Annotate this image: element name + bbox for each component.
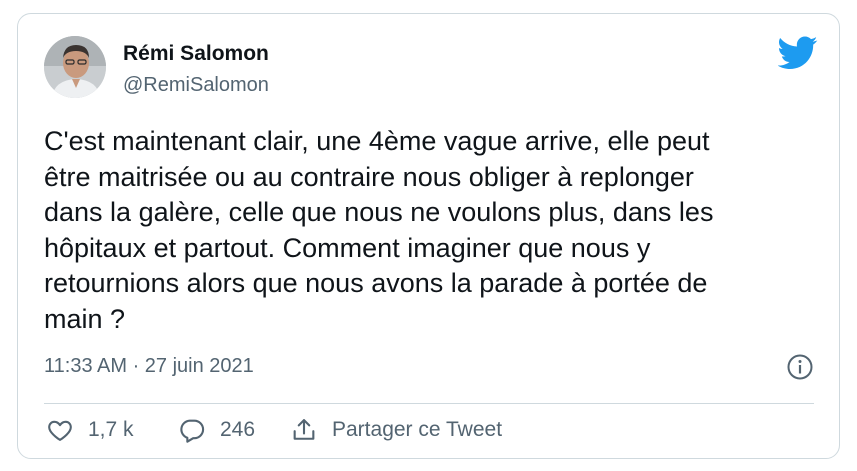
heart-icon <box>46 416 74 444</box>
reply-count: 246 <box>220 418 256 441</box>
author-handle[interactable]: @RemiSalomon <box>123 74 269 97</box>
twitter-bird-icon[interactable] <box>777 36 818 70</box>
tweet-text: C'est maintenant clair, une 4ème vague a… <box>44 126 714 334</box>
info-icon[interactable] <box>785 352 815 382</box>
action-divider <box>44 403 814 404</box>
like-count: 1,7 k <box>88 418 134 441</box>
tweet-card: Rémi Salomon @RemiSalomon C'est maintena… <box>17 13 840 459</box>
author-avatar[interactable] <box>44 36 106 98</box>
comment-icon <box>178 416 206 444</box>
share-button[interactable]: Partager ce Tweet <box>290 414 502 446</box>
tweet-timestamp[interactable]: 11:33 AM · 27 juin 2021 <box>44 355 254 378</box>
reply-button[interactable]: 246 <box>178 414 255 446</box>
like-button[interactable]: 1,7 k <box>46 414 134 446</box>
share-icon <box>290 416 318 444</box>
share-label: Partager ce Tweet <box>332 418 503 441</box>
avatar-image <box>44 36 106 98</box>
author-name[interactable]: Rémi Salomon <box>123 42 269 66</box>
